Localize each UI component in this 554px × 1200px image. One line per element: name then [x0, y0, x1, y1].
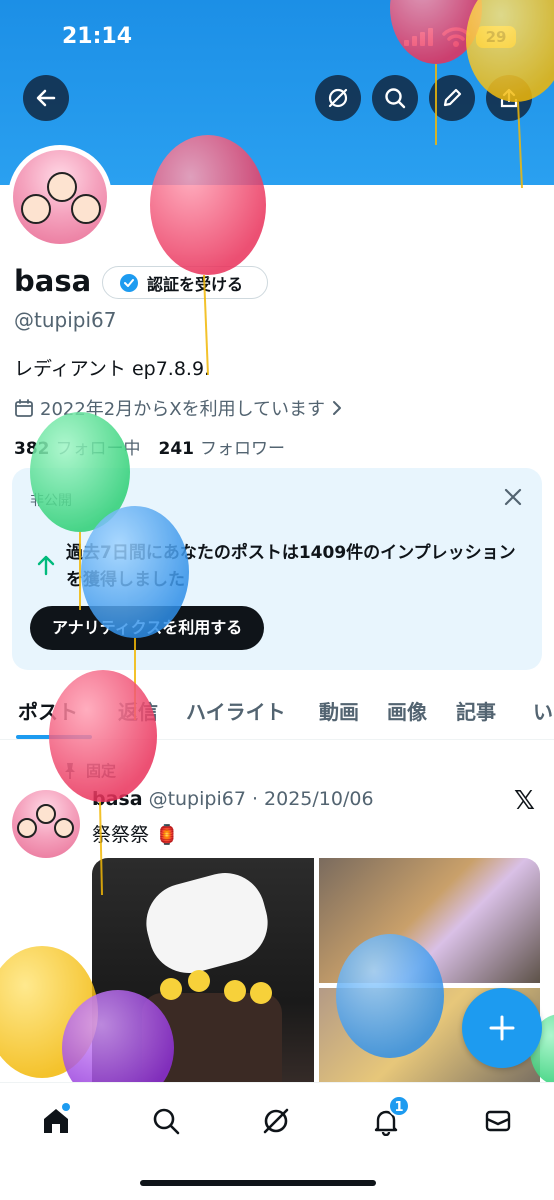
- nav-explore[interactable]: [146, 1101, 186, 1141]
- plus-icon: [489, 1015, 515, 1041]
- search-icon: [153, 1108, 180, 1135]
- grok-icon: [263, 1108, 289, 1134]
- post-author[interactable]: basa: [92, 788, 143, 810]
- active-tab-indicator: [16, 735, 92, 739]
- post-avatar[interactable]: [12, 790, 80, 858]
- arrow-left-icon: [36, 89, 56, 107]
- tab-posts[interactable]: ポスト: [18, 696, 78, 725]
- profile-handle: @tupipi67: [14, 308, 117, 332]
- pinned-label: 固定: [86, 762, 117, 780]
- profile-avatar[interactable]: [8, 145, 112, 249]
- share-button[interactable]: [486, 75, 532, 121]
- post-text: 祭祭祭 🏮: [92, 824, 179, 846]
- battery-indicator: 29: [476, 26, 516, 48]
- analytics-button[interactable]: アナリティクスを利用する: [30, 606, 265, 650]
- grok-icon: [328, 88, 348, 108]
- impressions-card: 非公開 過去7日間にあなたのポストは1409件のインプレッションを獲得しました …: [12, 468, 542, 670]
- notification-badge: 1: [388, 1095, 410, 1117]
- verified-badge-icon: [120, 273, 138, 292]
- chevron-right-icon: [333, 401, 342, 415]
- post-header: basa @tupipi67 · 2025/10/06: [92, 788, 374, 810]
- compose-post-button[interactable]: [462, 988, 542, 1068]
- private-label: 非公開: [30, 493, 72, 509]
- following-count: 382: [14, 439, 50, 459]
- close-icon[interactable]: [502, 486, 524, 508]
- share-icon: [500, 88, 518, 108]
- search-icon: [385, 88, 406, 109]
- x-logo-icon: 𝕏: [514, 786, 535, 816]
- post-handle-date: @tupipi67 · 2025/10/06: [148, 788, 374, 810]
- balloon-yellow-bottom: [0, 946, 98, 1078]
- grok-button[interactable]: [315, 75, 361, 121]
- nav-messages[interactable]: [478, 1101, 518, 1141]
- post-photo-1[interactable]: [92, 858, 314, 1098]
- get-verified-label: 認証を受ける: [147, 274, 244, 294]
- followers-count: 241: [158, 439, 195, 459]
- tab-articles[interactable]: 記事: [456, 696, 496, 725]
- nav-grok[interactable]: [256, 1101, 296, 1141]
- profile-tabs: ポスト 返信 ハイライト 動画 画像 記事 い: [0, 688, 554, 740]
- arrow-up-icon: [37, 555, 55, 576]
- status-time: 21:14: [62, 24, 133, 49]
- signal-icon: [404, 28, 433, 46]
- tab-highlights[interactable]: ハイライト: [186, 696, 286, 725]
- impressions-message: 過去7日間にあなたのポストは1409件のインプレッションを獲得しました: [66, 543, 516, 590]
- tab-images[interactable]: 画像: [387, 696, 427, 725]
- following-link[interactable]: 382 フォロー中: [14, 434, 141, 459]
- back-button[interactable]: [23, 75, 69, 121]
- status-bar: 21:14 29: [0, 0, 554, 72]
- nav-notifications[interactable]: 1: [366, 1095, 410, 1141]
- wifi-icon: [442, 27, 470, 47]
- joined-date[interactable]: 2022年2月からXを利用しています: [14, 395, 343, 421]
- pin-icon: [65, 762, 75, 779]
- followers-link[interactable]: 241 フォロワー: [159, 434, 286, 459]
- edit-button[interactable]: [429, 75, 475, 121]
- home-unread-dot: [62, 1103, 70, 1111]
- profile-name: basa: [14, 264, 92, 298]
- profile-bio: レディアント ep7.8.9.: [14, 358, 211, 380]
- followers-label: フォロワー: [200, 439, 285, 459]
- tab-replies[interactable]: 返信: [118, 696, 158, 725]
- search-button[interactable]: [372, 75, 418, 121]
- nav-home[interactable]: [36, 1101, 76, 1141]
- tab-videos[interactable]: 動画: [319, 696, 359, 725]
- pinned-indicator: 固定: [62, 760, 116, 781]
- post-media-grid: [92, 858, 540, 1098]
- tab-likes[interactable]: い: [533, 696, 553, 725]
- get-verified-button[interactable]: 認証を受ける: [102, 266, 268, 299]
- following-label: フォロー中: [55, 439, 141, 459]
- post-photo-2[interactable]: [319, 858, 540, 983]
- home-indicator: [140, 1180, 376, 1186]
- mail-icon: [485, 1110, 511, 1132]
- calendar-icon: [15, 399, 33, 417]
- pencil-icon: [443, 88, 462, 107]
- joined-text: 2022年2月からXを利用しています: [40, 399, 326, 420]
- follow-stats: 382 フォロー中 241 フォロワー: [14, 434, 285, 459]
